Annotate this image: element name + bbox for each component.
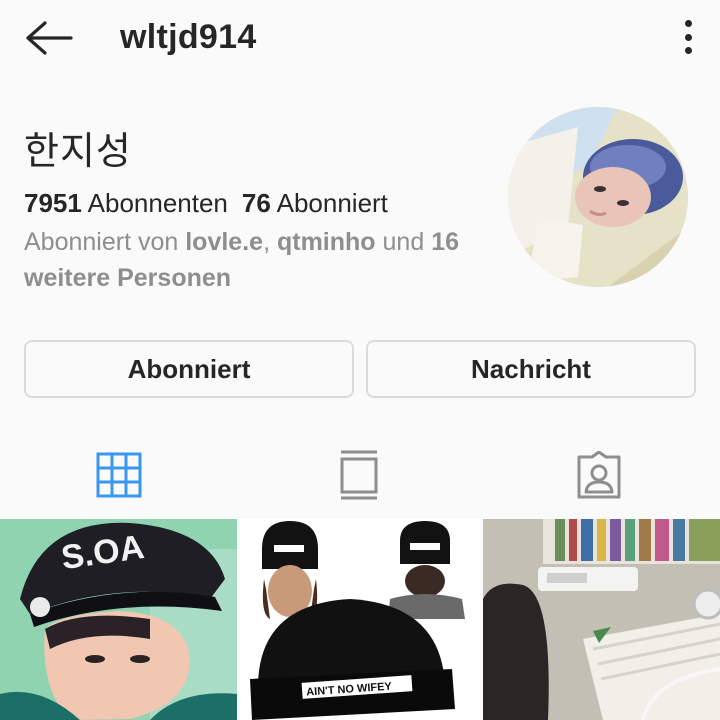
message-button[interactable]: Nachricht <box>366 340 696 398</box>
post-image <box>483 519 720 720</box>
post-thumbnail[interactable]: S.OA <box>0 519 237 720</box>
followed-by-text[interactable]: Abonniert von lovle.e, qtminho und 16 we… <box>24 224 494 296</box>
top-bar: wltjd914 <box>0 0 720 80</box>
followers-stat[interactable]: 7951 Abonnenten <box>24 188 228 218</box>
arrow-left-icon <box>26 21 73 55</box>
list-icon <box>340 450 378 500</box>
followed-by-prefix: Abonniert von <box>24 228 179 256</box>
display-name: 한지성 <box>24 129 132 173</box>
followers-label: Abonnenten <box>87 188 228 218</box>
more-options-button[interactable] <box>676 16 700 58</box>
posts-grid: S.OA AIN'T NO WIFEY <box>0 519 720 720</box>
profile-username: wltjd914 <box>120 18 257 56</box>
grid-icon <box>96 452 142 498</box>
profile-stats: 7951 Abonnenten 76 Abonniert <box>24 188 388 219</box>
post-thumbnail[interactable] <box>483 519 720 720</box>
profile-avatar[interactable] <box>508 107 688 287</box>
post-thumbnail[interactable]: AIN'T NO WIFEY <box>240 519 480 720</box>
tagged-icon <box>577 451 621 499</box>
tab-tagged[interactable] <box>539 440 659 510</box>
following-label: Abonniert <box>276 188 388 218</box>
post-image: S.OA <box>0 519 237 720</box>
following-count: 76 <box>241 188 271 218</box>
followed-by-user-1: lovle.e <box>185 228 264 256</box>
following-button[interactable]: Abonniert <box>24 340 354 398</box>
followed-by-user-2: qtminho <box>276 228 376 256</box>
followers-count: 7951 <box>24 188 82 218</box>
tab-list[interactable] <box>299 440 419 510</box>
followed-by-and: und <box>382 228 425 256</box>
profile-tabs <box>0 430 720 512</box>
tab-grid[interactable] <box>59 440 179 510</box>
post-image: AIN'T NO WIFEY <box>240 519 480 720</box>
more-vertical-icon <box>684 20 692 27</box>
following-stat[interactable]: 76 Abonniert <box>242 188 388 218</box>
back-button[interactable] <box>18 14 78 62</box>
avatar-image <box>508 107 688 287</box>
